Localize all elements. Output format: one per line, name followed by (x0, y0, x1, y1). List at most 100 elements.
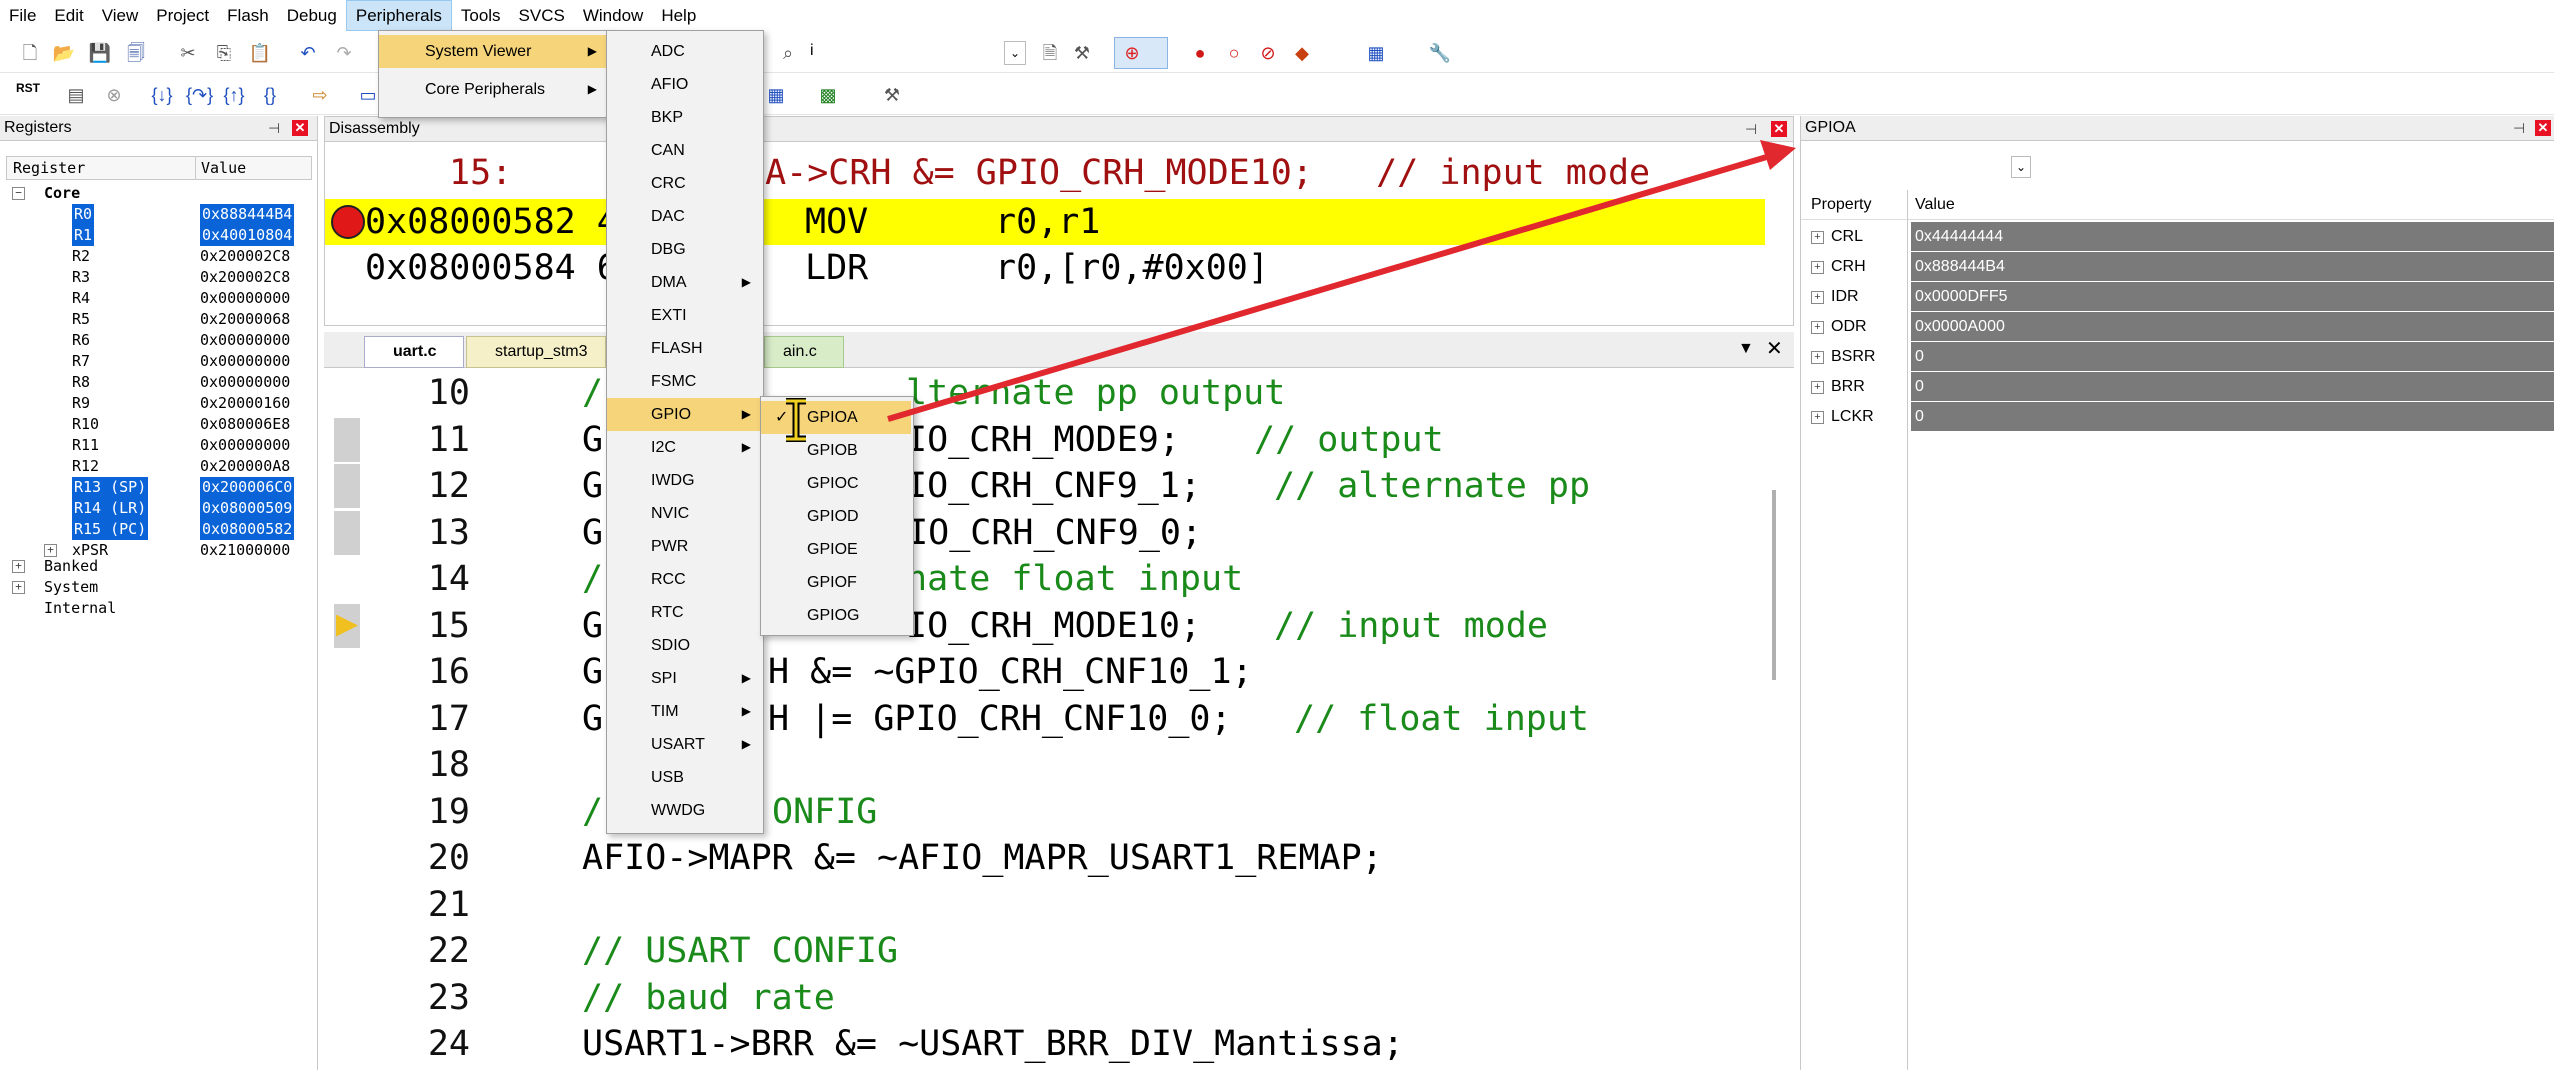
gpioa-register-row[interactable]: + IDR 0x0000DFF5 (1801, 282, 2554, 312)
menu-item-usb[interactable]: USB (607, 761, 761, 794)
close-icon[interactable]: ✕ (2535, 120, 2551, 136)
show-next-statement-icon[interactable]: ⇨ (308, 83, 332, 107)
new-file-icon[interactable]: 🗋 (18, 41, 42, 65)
window-layout-icon[interactable]: ▦ (1364, 41, 1388, 65)
property-value[interactable]: 0x44444444 (1911, 222, 2554, 251)
menu-item-usart[interactable]: USART ▶ (607, 728, 761, 761)
property-value[interactable]: 0x0000A000 (1911, 312, 2554, 341)
menu-item-can[interactable]: CAN (607, 134, 761, 167)
pin-icon[interactable]: ⊣ (268, 120, 280, 137)
save-all-icon[interactable]: 🗐 (124, 41, 148, 65)
gpioa-register-row[interactable]: + BRR 0 (1801, 372, 2554, 402)
collapse-icon[interactable]: − (12, 187, 25, 200)
menu-help[interactable]: Help (652, 1, 705, 30)
disasm-current-row[interactable]: 0x08000582 4 MOV r0,r1 (325, 199, 1765, 245)
code-line[interactable]: 23 // baud rate (0, 975, 1790, 1021)
menu-item-gpiog[interactable]: GPIOG (761, 599, 911, 632)
close-tab-icon[interactable]: ✕ (1766, 336, 1783, 361)
menu-tools[interactable]: Tools (452, 1, 510, 30)
find-icon[interactable]: ⌕ (776, 41, 800, 65)
menu-item-dma[interactable]: DMA ▶ (607, 266, 761, 299)
pin-icon[interactable]: ⊣ (1745, 121, 1757, 138)
menu-item-pwr[interactable]: PWR (607, 530, 761, 563)
breakpoint-icon[interactable]: ● (1188, 41, 1212, 65)
property-value[interactable]: 0x888444B4 (1911, 252, 2554, 281)
expand-icon[interactable]: + (1811, 291, 1824, 304)
register-group-core[interactable]: − Core (0, 183, 312, 204)
gpioa-register-row[interactable]: + ODR 0x0000A000 (1801, 312, 2554, 342)
expand-icon[interactable]: + (1811, 321, 1824, 334)
menu-item-rtc[interactable]: RTC (607, 596, 761, 629)
property-value[interactable]: 0 (1911, 402, 2554, 431)
expand-icon[interactable]: + (1811, 261, 1824, 274)
register-value[interactable]: 0x20000068 (200, 309, 290, 330)
register-value[interactable]: 0x888444B4 (200, 204, 295, 225)
menu-peripherals[interactable]: Peripherals (345, 0, 452, 31)
menu-item-system-viewer[interactable]: System Viewer ▶ (379, 35, 607, 68)
menu-debug[interactable]: Debug (278, 1, 346, 30)
menu-item-gpioe[interactable]: GPIOE (761, 533, 911, 566)
menu-item-core-peripherals[interactable]: Core Peripherals ▶ (379, 73, 607, 106)
menu-item-adc[interactable]: ADC (607, 35, 761, 68)
register-row[interactable]: R5 0x20000068 (0, 309, 312, 330)
breakpoint-all-icon[interactable]: ◆ (1290, 41, 1314, 65)
memory-window-icon[interactable]: ▦ (764, 83, 788, 107)
find-dropdown-chevron-icon[interactable]: ⌄ (1004, 41, 1026, 65)
run-icon[interactable]: ▤ (64, 83, 88, 107)
copy-icon[interactable]: ⎘ (212, 41, 236, 65)
gpioa-register-row[interactable]: + CRL 0x44444444 (1801, 222, 2554, 252)
reset-button[interactable]: RST (16, 81, 40, 95)
menu-svcs[interactable]: SVCS (510, 1, 574, 30)
property-value[interactable]: 0 (1911, 342, 2554, 371)
configure-icon[interactable]: 🔧 (1428, 41, 1452, 65)
menu-item-iwdg[interactable]: IWDG (607, 464, 761, 497)
menu-flash[interactable]: Flash (218, 1, 278, 30)
menu-item-gpiof[interactable]: GPIOF (761, 566, 911, 599)
code-line[interactable]: 19 / ONFIG (0, 789, 1790, 835)
expand-icon[interactable]: + (1811, 381, 1824, 394)
menu-project[interactable]: Project (147, 1, 218, 30)
step-over-icon[interactable]: {↷} (186, 83, 213, 107)
register-row[interactable]: R4 0x00000000 (0, 288, 312, 309)
property-value[interactable]: 0x0000DFF5 (1911, 282, 2554, 311)
close-icon[interactable]: ✕ (292, 120, 308, 136)
step-out-icon[interactable]: {↑} (222, 83, 246, 107)
peripheral-select-chevron-icon[interactable]: ⌄ (2011, 156, 2031, 178)
code-line[interactable]: 20 AFIO->MAPR &= ~AFIO_MAPR_USART1_REMAP; (0, 835, 1790, 881)
code-line[interactable]: 24 USART1->BRR &= ~USART_BRR_DIV_Mantissa… (0, 1021, 1790, 1067)
gpioa-register-row[interactable]: + LCKR 0 (1801, 402, 2554, 432)
menu-item-gpioc[interactable]: GPIOC (761, 467, 911, 500)
save-icon[interactable]: 💾 (88, 41, 112, 65)
register-row[interactable]: R0 0x888444B4 (0, 204, 312, 225)
register-value[interactable]: 0x00000000 (200, 351, 290, 372)
undo-icon[interactable]: ↶ (296, 41, 320, 65)
run-to-cursor-icon[interactable]: {} (258, 83, 282, 107)
gpioa-register-row[interactable]: + CRH 0x888444B4 (1801, 252, 2554, 282)
code-line[interactable]: 18 (0, 742, 1790, 788)
menu-item-exti[interactable]: EXTI (607, 299, 761, 332)
expand-icon[interactable]: + (1811, 351, 1824, 364)
register-value[interactable]: 0x00000000 (200, 288, 290, 309)
register-row[interactable]: R7 0x00000000 (0, 351, 312, 372)
menu-item-i2c[interactable]: I2C ▶ (607, 431, 761, 464)
tab-main-c[interactable]: ain.c (764, 336, 844, 368)
disasm-row[interactable]: 0x08000584 6 LDR r0,[r0,#0x00] (325, 245, 1765, 291)
breakpoint-disable-icon[interactable]: ○ (1222, 41, 1246, 65)
toolbox-icon[interactable]: ⚒ (880, 83, 904, 107)
menu-view[interactable]: View (93, 1, 148, 30)
register-row[interactable]: R3 0x200002C8 (0, 267, 312, 288)
tab-list-chevron-icon[interactable]: ▼ (1738, 340, 1754, 358)
code-line[interactable]: 17 G H |= GPIO_CRH_CNF10_0; // float input (0, 696, 1790, 742)
open-folder-icon[interactable]: 📂 (52, 41, 76, 65)
menu-item-gpiod[interactable]: GPIOD (761, 500, 911, 533)
code-line[interactable]: 21 (0, 882, 1790, 928)
property-value[interactable]: 0 (1911, 372, 2554, 401)
close-icon[interactable]: ✕ (1771, 121, 1787, 137)
menu-item-tim[interactable]: TIM ▶ (607, 695, 761, 728)
register-row[interactable]: R6 0x00000000 (0, 330, 312, 351)
tab-startup[interactable]: startup_stm3 (466, 336, 606, 368)
pin-icon[interactable]: ⊣ (2513, 120, 2525, 137)
menu-item-afio[interactable]: AFIO (607, 68, 761, 101)
menu-item-dac[interactable]: DAC (607, 200, 761, 233)
menu-item-wwdg[interactable]: WWDG (607, 794, 761, 827)
